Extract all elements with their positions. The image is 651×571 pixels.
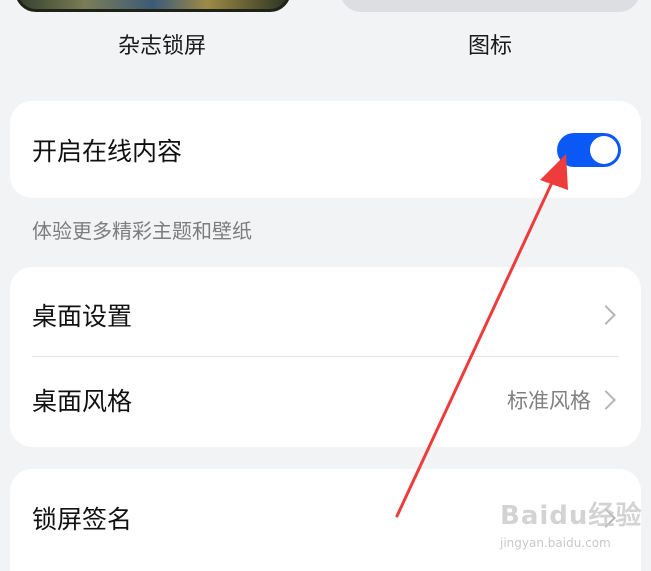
online-content-toggle[interactable] [557, 132, 621, 167]
baidu-watermark: Baidu经验 [500, 501, 643, 531]
icons-thumbnail[interactable] [340, 0, 640, 12]
desktop-settings-row[interactable]: 桌面设置 [10, 267, 641, 363]
online-content-hint: 体验更多精彩主题和壁纸 [32, 219, 252, 243]
desktop-style-value: 标准风格 [507, 389, 591, 413]
toggle-knob [590, 135, 618, 164]
baidu-watermark-url: jingyan.baidu.com [500, 536, 611, 550]
desktop-style-row[interactable]: 桌面风格 标准风格 [10, 357, 641, 443]
desktop-settings-label: 桌面设置 [32, 302, 133, 331]
chevron-right-icon [596, 305, 616, 325]
icons-label: 图标 [467, 34, 512, 59]
desktop-settings-card: 桌面设置 桌面风格 标准风格 [10, 267, 641, 447]
chevron-right-icon [596, 390, 616, 410]
desktop-style-label: 桌面风格 [32, 387, 133, 416]
magazine-lockscreen-label: 杂志锁屏 [117, 34, 206, 59]
online-content-row[interactable]: 开启在线内容 [10, 101, 641, 198]
online-content-card: 开启在线内容 [10, 101, 641, 198]
online-content-title: 开启在线内容 [32, 136, 183, 166]
magazine-lockscreen-thumbnail[interactable] [15, 0, 291, 12]
